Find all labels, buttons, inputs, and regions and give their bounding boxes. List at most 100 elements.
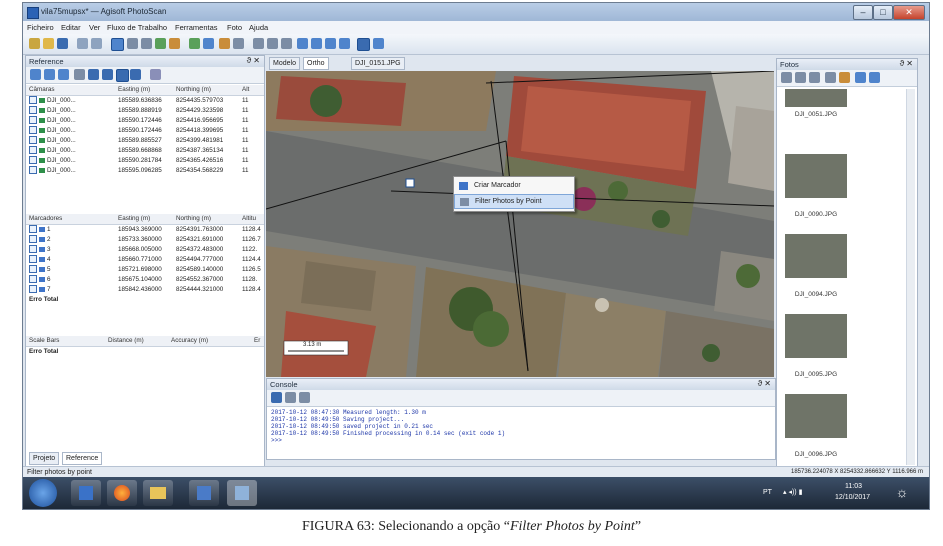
checkbox[interactable] [29, 166, 37, 175]
resize-icon[interactable] [155, 38, 166, 49]
rotate-left-icon[interactable] [781, 72, 792, 83]
navigate-icon[interactable] [373, 38, 384, 49]
run-script-icon[interactable] [299, 392, 310, 403]
clock-date[interactable]: 12/10/2017 [835, 494, 870, 501]
menu-ajuda[interactable]: Ajuda [249, 23, 268, 32]
tab-reference[interactable]: Reference [62, 452, 103, 465]
tab-modelo[interactable]: Modelo [269, 57, 300, 70]
photo-thumb-4[interactable] [785, 314, 847, 358]
points-icon[interactable] [233, 38, 244, 49]
taskbar-app-explorer[interactable] [143, 480, 173, 506]
camera-row[interactable]: DJI_000... 185589.668868 8254387.365134 11 [26, 146, 264, 156]
zoom-in-icon[interactable] [253, 38, 264, 49]
taskbar-app-photoscan[interactable] [227, 480, 257, 506]
marker-row[interactable]: 5 185721.698000 8254589.140000 1126.5 [26, 265, 264, 275]
checkbox[interactable] [29, 245, 37, 254]
select-icon[interactable] [111, 38, 124, 51]
checkbox[interactable] [29, 225, 37, 234]
menu-item-criar-marcador[interactable]: Criar Marcador [454, 179, 574, 193]
convert-icon[interactable] [58, 69, 69, 80]
camera-row[interactable]: DJI_000... 185589.885527 8254399.481981 11 [26, 136, 264, 146]
dock-close-icon[interactable]: ϑ ✕ [900, 59, 913, 68]
draw-icon[interactable] [169, 38, 180, 49]
view-errors-icon[interactable] [130, 69, 141, 80]
reset-view-icon[interactable] [281, 38, 292, 49]
texture-icon[interactable] [219, 38, 230, 49]
redo-icon[interactable] [91, 38, 102, 49]
console-prompt[interactable]: >>> [271, 437, 505, 444]
tray-icons[interactable]: ▴ ◂)) ▮ [783, 488, 802, 496]
marker-row[interactable]: 1 185943.369000 8254391.763000 1128.4 [26, 225, 264, 235]
checkbox[interactable] [29, 265, 37, 274]
save-icon[interactable] [57, 38, 68, 49]
photo-thumb-2[interactable] [785, 154, 847, 198]
optimize-icon[interactable] [150, 69, 161, 80]
checkbox[interactable] [29, 106, 37, 115]
language-indicator[interactable]: PT [763, 489, 772, 496]
model-icon[interactable] [189, 38, 200, 49]
taskbar-app-1[interactable] [71, 480, 101, 506]
details-icon[interactable] [869, 72, 880, 83]
minimize-button[interactable]: – [853, 5, 873, 20]
photo-thumb-5[interactable] [785, 394, 847, 438]
open-icon[interactable] [43, 38, 54, 49]
photos-scrollbar[interactable] [906, 89, 915, 465]
checkbox[interactable] [29, 285, 37, 294]
camera-row[interactable]: DJI_000... 185590.281784 8254365.426516 11 [26, 156, 264, 166]
menu-ver[interactable]: Ver [89, 23, 100, 32]
camera-row[interactable]: DJI_000... 185590.172446 8254418.399695 11 [26, 126, 264, 136]
menu-ferramentas[interactable]: Ferramentas [175, 23, 218, 32]
camera-row[interactable]: DJI_000... 185589.636836 8254435.579703 11 [26, 96, 264, 106]
dock-close-icon[interactable]: ϑ ✕ [758, 379, 771, 388]
photo-thumb-1[interactable] [785, 89, 847, 107]
update-icon[interactable] [88, 69, 99, 80]
checkbox[interactable] [29, 96, 37, 105]
marker-row[interactable]: 6 185675.104000 8254552.367000 1128. [26, 275, 264, 285]
menu-fluxo[interactable]: Fluxo de Trabalho [107, 23, 167, 32]
rotate-right-icon[interactable] [795, 72, 806, 83]
taskbar-app-4[interactable] [189, 480, 219, 506]
marker-row[interactable]: 4 185660.771000 8254494.777000 1124.4 [26, 255, 264, 265]
clock-time[interactable]: 11:03 [845, 483, 862, 490]
ortho-view[interactable]: 3.13 m [266, 71, 774, 377]
checkbox[interactable] [29, 255, 37, 264]
checkbox[interactable] [29, 136, 37, 145]
checkbox[interactable] [29, 156, 37, 165]
thumbnails-icon[interactable] [855, 72, 866, 83]
camera-row[interactable]: DJI_000... 185595.096285 8254354.568229 11 [26, 166, 264, 176]
tab-photo[interactable]: DJI_0151.JPG [351, 57, 405, 70]
clear-log-icon[interactable] [285, 392, 296, 403]
view-source-icon[interactable] [102, 69, 113, 80]
camera-row[interactable]: DJI_000... 185589.888919 8254429.323598 11 [26, 106, 264, 116]
export-icon[interactable] [44, 69, 55, 80]
checkbox[interactable] [29, 126, 37, 135]
menu-editar[interactable]: Editar [61, 23, 81, 32]
taskbar-app-firefox[interactable] [107, 480, 137, 506]
mask-icon[interactable] [825, 72, 836, 83]
menu-foto[interactable]: Foto [227, 23, 242, 32]
remove-icon[interactable] [809, 72, 820, 83]
view-2-icon[interactable] [311, 38, 322, 49]
import-icon[interactable] [30, 69, 41, 80]
maximize-button[interactable]: □ [873, 5, 893, 20]
photo-thumb-3[interactable] [785, 234, 847, 278]
checkbox[interactable] [29, 116, 37, 125]
camera-row[interactable]: DJI_000... 185590.172446 8254416.956695 11 [26, 116, 264, 126]
save-log-icon[interactable] [271, 392, 282, 403]
view-3-icon[interactable] [325, 38, 336, 49]
view-4-icon[interactable] [339, 38, 350, 49]
menu-ficheiro[interactable]: Ficheiro [27, 23, 54, 32]
marker-row[interactable]: 7 185842.436000 8254444.321000 1128.4 [26, 285, 264, 295]
dock-close-icon[interactable]: ϑ ✕ [247, 56, 260, 65]
marker-row[interactable]: 3 185668.005000 8254372.483000 1122. [26, 245, 264, 255]
start-button[interactable] [29, 479, 57, 507]
view-1-icon[interactable] [297, 38, 308, 49]
tab-ortho[interactable]: Ortho [303, 57, 329, 70]
rotate-icon[interactable] [141, 38, 152, 49]
move-icon[interactable] [127, 38, 138, 49]
zoom-out-icon[interactable] [267, 38, 278, 49]
settings-icon[interactable] [74, 69, 85, 80]
new-icon[interactable] [29, 38, 40, 49]
tab-projeto[interactable]: Projeto [29, 452, 60, 465]
menu-item-filter-photos[interactable]: Filter Photos by Point [454, 194, 574, 209]
